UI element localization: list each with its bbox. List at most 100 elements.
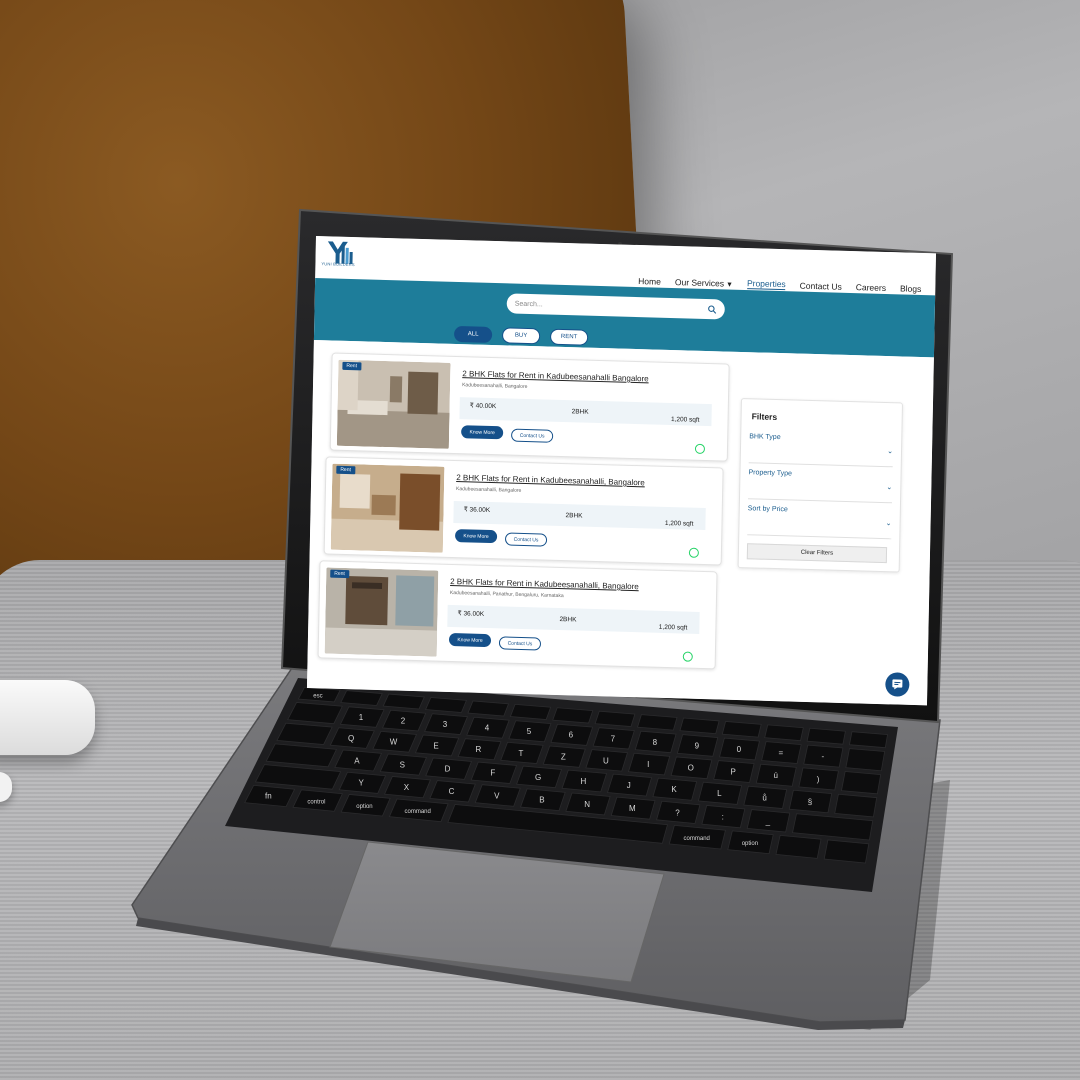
filter-bhk-type[interactable]: BHK Type ⌄ [748, 429, 894, 468]
listing-title[interactable]: 2 BHK Flats for Rent in Kadubeesanahalli… [456, 473, 645, 487]
key-label: G [535, 773, 541, 782]
listing-card[interactable]: Rent 2 BHK Flats for Rent in Kadubeesana… [323, 456, 724, 566]
key-label: option [356, 804, 372, 810]
clear-filters-button[interactable]: Clear Filters [746, 543, 888, 564]
listing-card[interactable]: Rent 2 BHK Flats for Rent in Kadubeesana… [317, 560, 718, 670]
key-label: F [490, 769, 495, 778]
key-label: 5 [527, 727, 532, 736]
key-label: R [476, 745, 482, 754]
keyboard-key [254, 764, 342, 790]
listing-location: Kadubeesanahalli, Panathur, Bengaluru, K… [449, 589, 564, 600]
nav-blogs[interactable]: Blogs [900, 283, 921, 294]
keyboard-key [679, 717, 720, 735]
key-label: I [647, 760, 649, 769]
key-label: D [445, 765, 451, 774]
listing-photo[interactable] [330, 463, 445, 553]
key-label: 9 [695, 741, 700, 750]
keyboard-key [834, 793, 878, 818]
key-label: W [390, 738, 398, 747]
key-label: - [821, 752, 824, 761]
key-label: 3 [443, 720, 448, 729]
listing-stats: ₹ 36.00K 2BHK 1,200 sqft [447, 604, 700, 634]
key-label: 0 [737, 745, 742, 754]
nav-properties[interactable]: Properties [746, 278, 786, 291]
nav-our-services[interactable]: Our Services ▼ [675, 277, 733, 289]
keyboard-key [552, 707, 594, 724]
keyboard-key [806, 727, 846, 745]
listing-card[interactable]: Rent 2 BHK Flats for Rent in Kadubeesana… [329, 352, 730, 462]
listing-photo[interactable] [324, 567, 439, 657]
key-label: L [717, 789, 722, 798]
key-label: ) [817, 775, 820, 784]
listing-location: Kadubeesanahalli, Bangalore [462, 382, 528, 391]
keyboard-key [594, 710, 636, 727]
key-label: H [581, 777, 587, 786]
know-more-button[interactable]: Know More [454, 529, 498, 544]
key-label: esc [313, 693, 322, 699]
key-label: command [404, 809, 430, 815]
keyboard-key [265, 743, 338, 768]
filter-sort-price[interactable]: Sort by Price ⌄ [747, 501, 892, 540]
nav-careers[interactable]: Careers [856, 282, 886, 293]
keyboard-key [721, 721, 762, 738]
keyboard-key [849, 731, 888, 749]
key-label: T [518, 749, 523, 758]
whatsapp-icon[interactable] [682, 651, 693, 662]
key-label: V [494, 791, 500, 800]
whatsapp-icon[interactable] [694, 443, 706, 455]
key-label: J [627, 781, 631, 790]
key-label: control [307, 799, 325, 805]
know-more-button[interactable]: Know More [461, 425, 504, 440]
listing-stats: ₹ 36.00K 2BHK 1,200 sqft [453, 501, 706, 531]
chevron-down-icon: ⌄ [885, 520, 892, 528]
listing-title[interactable]: 2 BHK Flats for Rent in Kadubeesanahalli… [450, 577, 639, 591]
tab-all[interactable]: ALL [453, 325, 493, 343]
key-label: S [400, 760, 405, 769]
key-label: ú [773, 771, 777, 780]
listing-badge: Rent [330, 569, 349, 579]
key-label: N [584, 800, 590, 809]
know-more-button[interactable]: Know More [448, 632, 492, 648]
nav-contact-us[interactable]: Contact Us [800, 280, 842, 291]
tab-rent[interactable]: RENT [549, 328, 589, 346]
listing-price: ₹ 36.00K [457, 610, 485, 618]
key-label: X [404, 783, 410, 792]
chevron-down-icon: ⌄ [886, 484, 893, 492]
key-label: command [684, 836, 710, 842]
key-label: U [603, 756, 609, 765]
tab-buy[interactable]: BUY [501, 327, 541, 345]
key-label: 4 [485, 724, 490, 733]
search-placeholder: Search... [514, 300, 543, 308]
listing-photo[interactable] [336, 359, 451, 449]
keyboard-key [509, 703, 552, 720]
filter-property-type[interactable]: Property Type ⌄ [747, 465, 893, 504]
listing-title[interactable]: 2 BHK Flats for Rent in Kadubeesanahalli… [462, 369, 649, 383]
whatsapp-icon[interactable] [688, 547, 699, 558]
listing-area: 1,200 sqft [658, 623, 688, 632]
keyboard-key [792, 813, 874, 841]
nav-home[interactable]: Home [638, 276, 661, 287]
key-label: option [742, 841, 758, 847]
contact-us-button[interactable]: Contact Us [498, 636, 542, 651]
keyboard-key [340, 690, 383, 706]
key-label: A [354, 756, 360, 765]
keyboard-key [637, 714, 678, 731]
search-icon[interactable] [708, 304, 717, 314]
filters-title: Filters [751, 411, 778, 423]
key-label: = [778, 749, 783, 758]
chat-icon [892, 679, 903, 690]
contact-us-button[interactable]: Contact Us [504, 532, 548, 547]
chevron-down-icon: ▼ [725, 281, 734, 289]
contact-us-button[interactable]: Contact Us [511, 428, 554, 443]
keyboard-key [276, 722, 333, 746]
key-label: ? [675, 808, 680, 817]
keyboard-key [287, 702, 343, 725]
keyboard-key [467, 700, 510, 717]
key-label: fn [265, 792, 272, 801]
key-label: K [671, 785, 677, 794]
listing-price: ₹ 36.00K [463, 506, 491, 515]
key-label: C [449, 787, 455, 796]
key-label: B [539, 796, 544, 805]
key-label: 2 [401, 716, 406, 725]
key-label: Z [561, 753, 566, 762]
